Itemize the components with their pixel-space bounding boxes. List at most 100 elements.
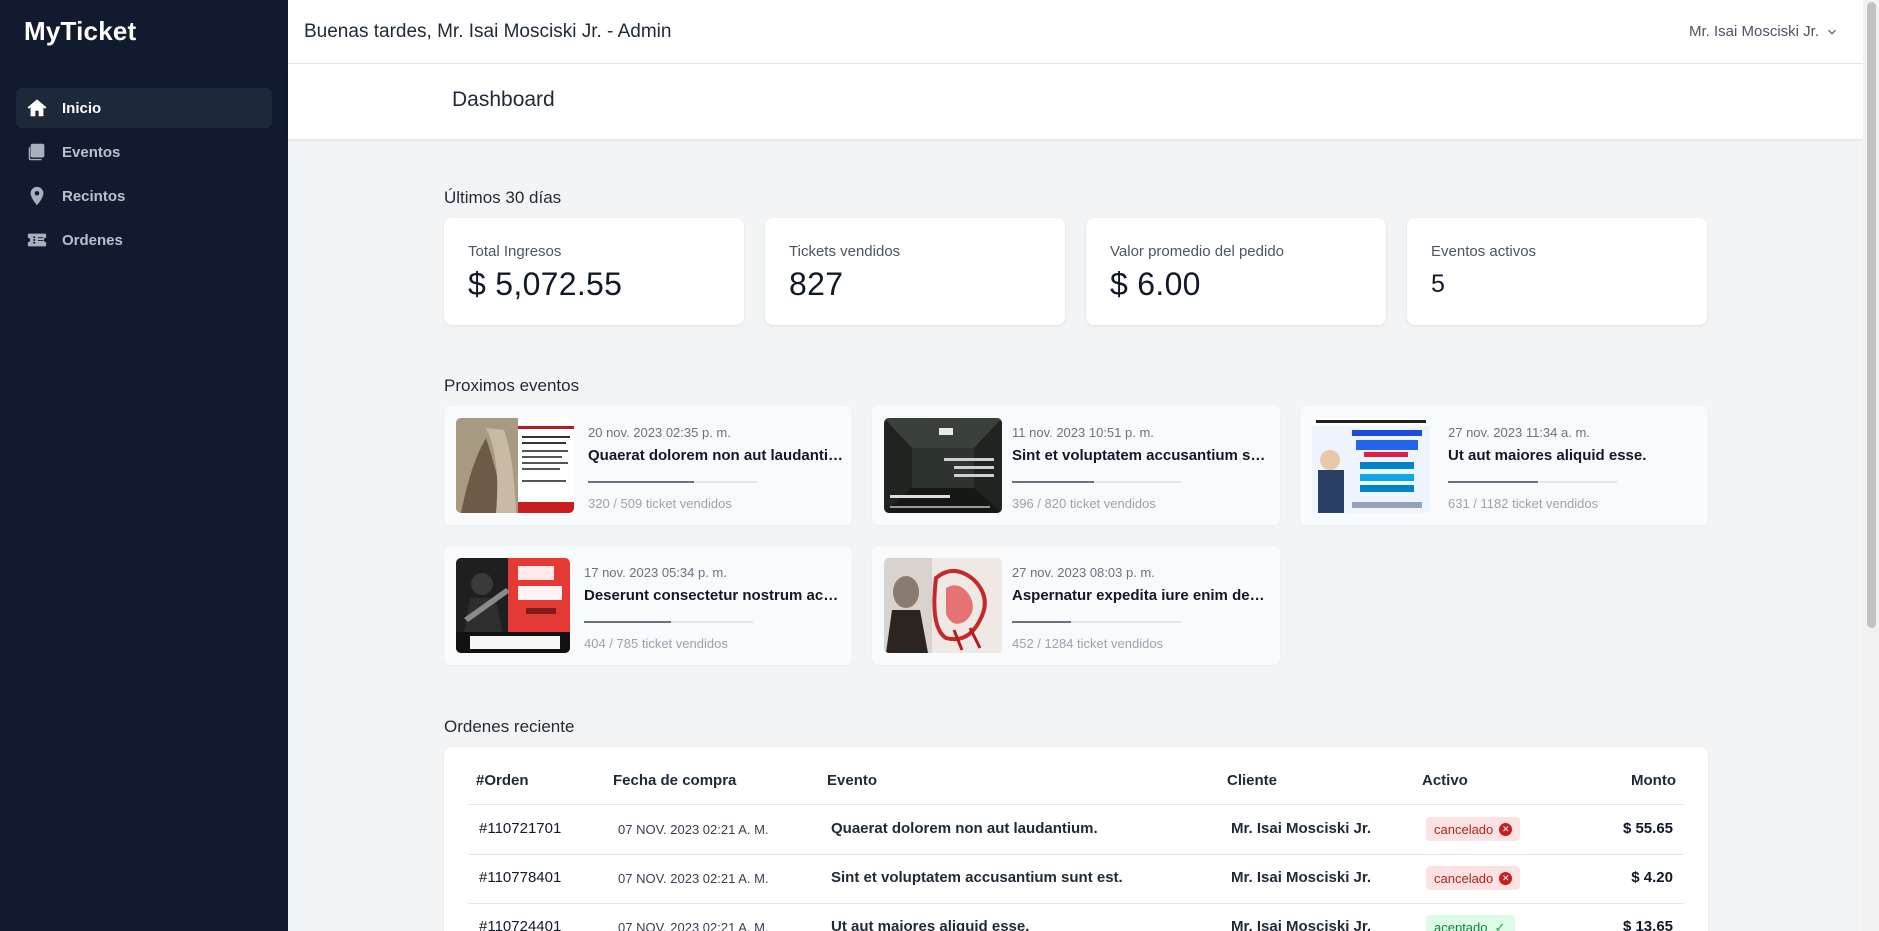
column-header-cliente[interactable]: Cliente bbox=[1227, 772, 1277, 789]
event-title: Ut aut maiores aliquid esse. bbox=[1448, 447, 1647, 464]
sidebar-nav: Inicio Eventos Recintos Ordenes bbox=[16, 88, 272, 264]
chevron-down-icon bbox=[1828, 29, 1836, 35]
orders-section-title: Ordenes reciente bbox=[444, 717, 575, 736]
event-progress-bar bbox=[584, 621, 753, 623]
order-client: Mr. Isai Mosciski Jr. bbox=[1231, 820, 1372, 837]
event-card[interactable]: 11 nov. 2023 10:51 p. m. Sint et volupta… bbox=[872, 406, 1280, 525]
copy-icon bbox=[26, 141, 48, 163]
stat-label: Tickets vendidos bbox=[789, 243, 901, 260]
sidebar-item-eventos[interactable]: Eventos bbox=[16, 132, 272, 172]
stat-label: Valor promedio del pedido bbox=[1110, 243, 1285, 260]
event-card[interactable]: 20 nov. 2023 02:35 p. m. Quaerat dolorem… bbox=[444, 406, 852, 525]
order-event: Quaerat dolorem non aut laudantium. bbox=[831, 820, 1098, 837]
stats-section-title: Últimos 30 días bbox=[444, 188, 562, 207]
event-card[interactable]: 17 nov. 2023 05:34 p. m. Deserunt consec… bbox=[444, 546, 852, 665]
stat-value: 5 bbox=[1431, 270, 1446, 298]
sidebar-item-label: Ordenes bbox=[62, 231, 123, 249]
user-name: Mr. Isai Mosciski Jr. bbox=[1688, 23, 1819, 40]
event-progress-bar bbox=[588, 481, 757, 483]
order-date: 07 NOV. 2023 02:21 A. M. bbox=[618, 822, 769, 837]
event-image bbox=[456, 558, 570, 653]
sidebar-item-ordenes[interactable]: Ordenes bbox=[16, 220, 272, 260]
order-id[interactable]: #110721701 bbox=[479, 820, 561, 837]
ticket-icon bbox=[26, 229, 48, 251]
x-circle-icon: ✕ bbox=[1499, 871, 1513, 885]
order-id[interactable]: #110724401 bbox=[479, 918, 561, 931]
event-title: Sint et voluptatem accusantium sunt est. bbox=[1012, 447, 1270, 464]
column-header-monto[interactable]: Monto bbox=[1631, 772, 1676, 789]
orders-table: #Orden Fecha de compra Evento Cliente Ac… bbox=[444, 747, 1708, 931]
stat-label: Total Ingresos bbox=[468, 243, 562, 260]
event-date: 27 nov. 2023 11:34 a. m. bbox=[1448, 425, 1590, 440]
order-amount: $ 55.65 bbox=[1622, 820, 1673, 837]
column-header-orden[interactable]: #Orden bbox=[476, 772, 529, 789]
status-badge: cancelado ✕ bbox=[1426, 866, 1521, 890]
status-badge: aceptado ✓ bbox=[1426, 915, 1515, 931]
event-title: Deserunt consectetur nostrum accusantium… bbox=[584, 587, 842, 604]
event-tickets-sold: 452 / 1284 ticket vendidos bbox=[1012, 636, 1164, 651]
check-icon: ✓ bbox=[1494, 919, 1506, 931]
event-tickets-sold: 396 / 820 ticket vendidos bbox=[1012, 496, 1156, 511]
sidebar-item-label: Eventos bbox=[62, 143, 121, 161]
order-client: Mr. Isai Mosciski Jr. bbox=[1231, 918, 1372, 931]
column-header-activo[interactable]: Activo bbox=[1422, 772, 1468, 789]
order-date: 07 NOV. 2023 02:21 A. M. bbox=[618, 871, 769, 886]
table-row[interactable]: #110778401 07 NOV. 2023 02:21 A. M. Sint… bbox=[444, 854, 1708, 903]
column-header-evento[interactable]: Evento bbox=[827, 772, 877, 789]
event-tickets-sold: 631 / 1182 ticket vendidos bbox=[1448, 496, 1599, 511]
order-client: Mr. Isai Mosciski Jr. bbox=[1231, 869, 1372, 886]
event-image bbox=[884, 558, 1002, 653]
event-card[interactable]: 27 nov. 2023 08:03 p. m. Aspernatur expe… bbox=[872, 546, 1280, 665]
order-event: Sint et voluptatem accusantium sunt est. bbox=[831, 869, 1123, 886]
stat-value: $ 6.00 bbox=[1110, 266, 1201, 302]
stat-card-eventos-activos: Eventos activos 5 bbox=[1407, 218, 1707, 325]
order-date: 07 NOV. 2023 02:21 A. M. bbox=[618, 920, 769, 931]
column-header-fecha[interactable]: Fecha de compra bbox=[613, 772, 736, 789]
status-label: cancelado bbox=[1434, 821, 1494, 837]
sidebar-item-label: Inicio bbox=[62, 99, 102, 117]
event-progress-bar bbox=[1012, 621, 1181, 623]
page-header: Dashboard bbox=[288, 64, 1863, 139]
event-image bbox=[456, 418, 574, 513]
event-date: 27 nov. 2023 08:03 p. m. bbox=[1012, 565, 1155, 580]
event-card[interactable]: 27 nov. 2023 11:34 a. m. Ut aut maiores … bbox=[1300, 406, 1708, 525]
home-icon bbox=[26, 97, 48, 119]
user-menu-button[interactable]: Mr. Isai Mosciski Jr. bbox=[1689, 23, 1837, 40]
stat-value: 827 bbox=[789, 266, 844, 302]
table-row[interactable]: #110721701 07 NOV. 2023 02:21 A. M. Quae… bbox=[444, 805, 1708, 854]
event-progress-bar bbox=[1012, 481, 1181, 483]
x-circle-icon: ✕ bbox=[1499, 822, 1513, 836]
order-id[interactable]: #110778401 bbox=[479, 869, 561, 886]
event-tickets-sold: 404 / 785 ticket vendidos bbox=[584, 636, 728, 651]
event-progress-bar bbox=[1448, 481, 1617, 483]
table-row[interactable]: #110724401 07 NOV. 2023 02:21 A. M. Ut a… bbox=[444, 903, 1708, 931]
greeting-text: Buenas tardes, Mr. Isai Mosciski Jr. - A… bbox=[304, 21, 672, 42]
event-title: Aspernatur expedita iure enim deserunt. bbox=[1012, 587, 1270, 604]
status-label: aceptado bbox=[1434, 919, 1488, 931]
stat-label: Eventos activos bbox=[1431, 243, 1537, 260]
page-title: Dashboard bbox=[452, 88, 555, 111]
scrollbar-thumb[interactable] bbox=[1867, 2, 1876, 628]
sidebar-item-recintos[interactable]: Recintos bbox=[16, 176, 272, 216]
page-scrollbar[interactable] bbox=[1863, 0, 1879, 931]
top-header: Buenas tardes, Mr. Isai Mosciski Jr. - A… bbox=[288, 0, 1863, 64]
event-tickets-sold: 320 / 509 ticket vendidos bbox=[588, 496, 732, 511]
event-date: 20 nov. 2023 02:35 p. m. bbox=[588, 425, 731, 440]
location-pin-icon bbox=[26, 185, 48, 207]
stat-card-tickets-vendidos: Tickets vendidos 827 bbox=[765, 218, 1065, 325]
sidebar-item-label: Recintos bbox=[62, 187, 126, 205]
stat-card-total-ingresos: Total Ingresos $ 5,072.55 bbox=[444, 218, 744, 325]
sidebar-item-inicio[interactable]: Inicio bbox=[16, 88, 272, 128]
event-date: 17 nov. 2023 05:34 p. m. bbox=[584, 565, 727, 580]
event-image bbox=[884, 418, 1002, 513]
status-label: cancelado bbox=[1434, 870, 1494, 886]
order-amount: $ 13.65 bbox=[1622, 918, 1673, 931]
events-section-title: Proximos eventos bbox=[444, 376, 580, 395]
sidebar: MyTicket Inicio Eventos Recintos Ordenes bbox=[0, 0, 288, 931]
app-logo[interactable]: MyTicket bbox=[24, 16, 136, 47]
event-title: Quaerat dolorem non aut laudantium. bbox=[588, 447, 846, 464]
stat-value: $ 5,072.55 bbox=[468, 266, 623, 302]
status-badge: cancelado ✕ bbox=[1426, 817, 1521, 841]
order-amount: $ 4.20 bbox=[1631, 869, 1673, 886]
stat-card-valor-promedio: Valor promedio del pedido $ 6.00 bbox=[1086, 218, 1386, 325]
